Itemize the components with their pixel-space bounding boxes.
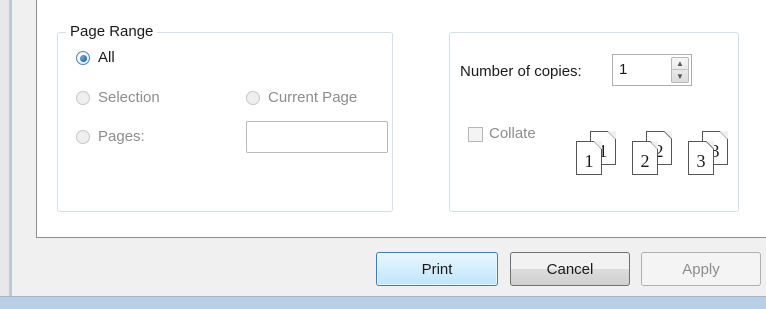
radio-pages: Pages: <box>76 127 145 147</box>
page-range-group: Page Range All Selection Current Page Pa… <box>57 22 393 212</box>
radio-current-page-label: Current Page <box>268 89 358 106</box>
radio-selection-button <box>76 91 90 105</box>
collate-label: Collate <box>489 125 536 142</box>
copies-group: Number of copies: 1 ▲ ▼ Collate 1 1 2 2 … <box>449 32 739 212</box>
copies-spinner[interactable]: 1 ▲ ▼ <box>612 54 692 86</box>
print-button[interactable]: Print <box>376 252 498 286</box>
spin-buttons: ▲ ▼ <box>671 57 689 83</box>
pages-input <box>246 121 388 153</box>
collate-checkbox: Collate <box>468 124 536 144</box>
collate-checkbox-box <box>468 126 483 142</box>
window-frame-line <box>10 0 12 309</box>
radio-all[interactable]: All <box>76 48 115 68</box>
copies-value[interactable]: 1 <box>619 60 627 80</box>
copies-label: Number of copies: <box>460 63 582 80</box>
cancel-button[interactable]: Cancel <box>510 252 630 286</box>
page-1-front-icon: 1 <box>576 141 602 175</box>
radio-all-label: All <box>98 49 115 66</box>
radio-selection: Selection <box>76 88 160 108</box>
radio-pages-button <box>76 130 90 144</box>
window-left-border <box>0 0 10 309</box>
apply-button: Apply <box>641 252 761 286</box>
page-3-front-icon: 3 <box>688 141 714 175</box>
page-range-legend: Page Range <box>66 22 158 42</box>
spin-down-icon[interactable]: ▼ <box>672 70 688 82</box>
spin-up-icon[interactable]: ▲ <box>672 58 688 70</box>
page-2-front-icon: 2 <box>632 141 658 175</box>
radio-pages-label: Pages: <box>98 128 145 145</box>
radio-selection-label: Selection <box>98 89 160 106</box>
window-bottom-border <box>0 296 766 309</box>
radio-selected-dot <box>79 54 87 62</box>
radio-current-page-button <box>246 91 260 105</box>
radio-current-page: Current Page <box>246 88 357 108</box>
radio-all-button[interactable] <box>76 51 90 65</box>
print-options-panel: Page Range All Selection Current Page Pa… <box>36 0 766 238</box>
